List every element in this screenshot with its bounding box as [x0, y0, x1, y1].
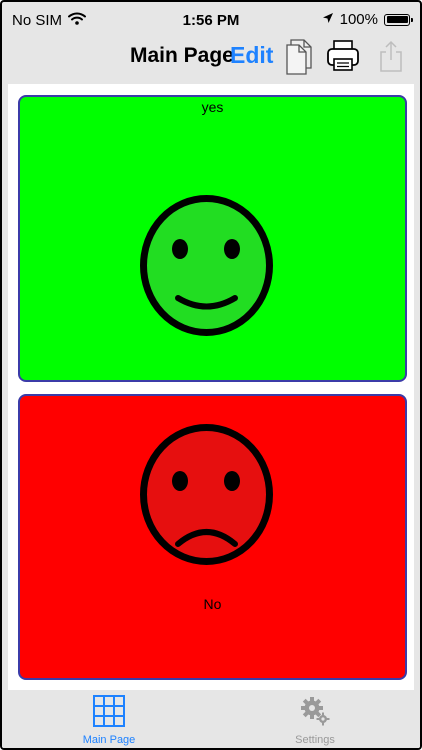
- edit-button[interactable]: Edit: [230, 42, 273, 69]
- print-icon[interactable]: [325, 38, 361, 76]
- location-arrow-icon: [322, 11, 334, 28]
- grid-icon: [54, 695, 164, 732]
- tab-bar: Main Page Settings: [2, 690, 420, 748]
- battery-percent: 100%: [339, 11, 378, 28]
- status-bar: No SIM 1:56 PM 100%: [2, 2, 420, 36]
- yes-card-label: yes: [201, 99, 224, 115]
- tab-settings-label: Settings: [295, 734, 335, 746]
- yes-card[interactable]: yes: [18, 95, 407, 382]
- share-icon[interactable]: [376, 38, 406, 76]
- battery-fill: [386, 16, 408, 23]
- document-icon[interactable]: [284, 38, 318, 76]
- sad-face-icon: [138, 422, 275, 567]
- tab-main-page-label: Main Page: [82, 734, 136, 746]
- nav-bar: Main Page Edit: [2, 36, 420, 82]
- gear-icon: [260, 695, 370, 732]
- no-card[interactable]: No: [18, 394, 407, 680]
- no-card-label: No: [203, 596, 222, 612]
- tab-main-page[interactable]: Main Page: [54, 690, 164, 748]
- battery-icon: [384, 13, 413, 26]
- page-title: Main Page: [130, 44, 234, 67]
- status-right: 100%: [322, 11, 413, 28]
- board-content: yes No: [8, 84, 414, 690]
- tab-settings[interactable]: Settings: [260, 690, 370, 748]
- happy-face-icon: [138, 193, 275, 338]
- phone-frame: No SIM 1:56 PM 100% Main Page Edit yes N…: [0, 0, 422, 750]
